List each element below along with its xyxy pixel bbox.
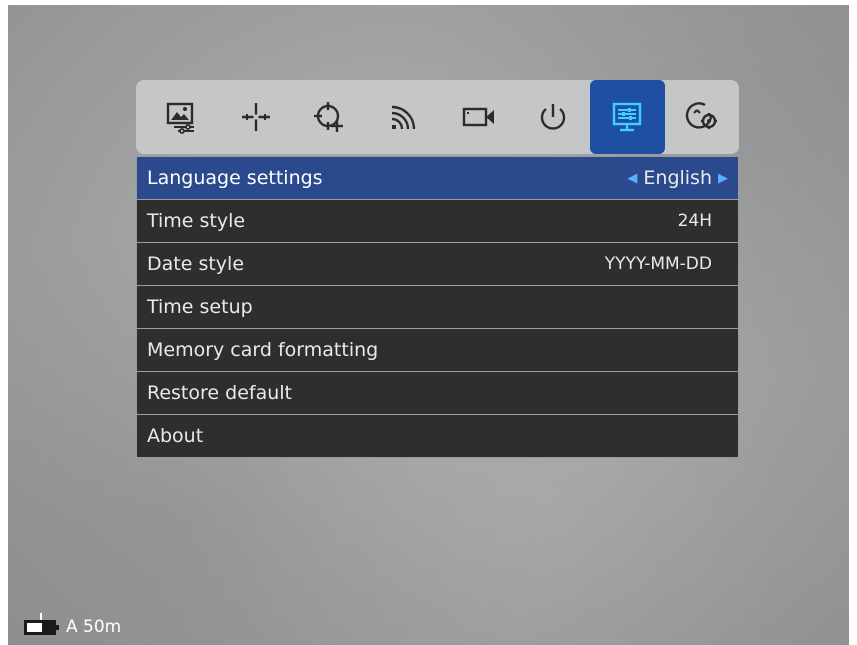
arrow-left-icon[interactable]: ◀ <box>627 171 637 186</box>
status-bar: A 50m <box>24 612 122 637</box>
power-icon <box>540 104 566 130</box>
target-icon <box>313 102 343 132</box>
tab-image[interactable] <box>144 80 218 154</box>
battery-terminal <box>56 624 59 630</box>
row-time-setup[interactable]: Time setup <box>137 286 738 329</box>
battery-marker <box>40 612 42 620</box>
range-readout: A 50m <box>66 617 122 637</box>
battery-icon <box>24 612 59 635</box>
row-about[interactable]: About <box>137 415 738 457</box>
tab-display[interactable] <box>590 80 665 154</box>
tab-system[interactable] <box>665 80 739 154</box>
row-date-style[interactable]: Date style YYYY-MM-DD <box>137 243 738 286</box>
row-value: English <box>643 167 712 189</box>
video-camera-icon <box>462 107 494 127</box>
display-settings-icon <box>613 102 642 132</box>
row-label: Date style <box>147 253 245 275</box>
row-label: Memory card formatting <box>147 339 379 361</box>
row-value: 24H <box>677 211 712 231</box>
image-settings-icon <box>166 102 195 134</box>
row-label: Time style <box>147 210 246 232</box>
row-label: Restore default <box>147 382 292 404</box>
row-language-settings[interactable]: Language settings ◀ English ▶ <box>137 157 738 200</box>
row-time-style[interactable]: Time style 24H <box>137 200 738 243</box>
settings-menu: Language settings ◀ English ▶ Time style… <box>136 80 739 458</box>
menu-tab-bar <box>136 80 739 154</box>
battery-fill <box>27 622 43 632</box>
crosshair-icon <box>241 103 270 131</box>
wireless-icon <box>392 105 416 130</box>
tab-target[interactable] <box>293 80 367 154</box>
row-label: Time setup <box>147 296 253 318</box>
row-memory-card-formatting[interactable]: Memory card formatting <box>137 329 738 372</box>
row-label: About <box>147 425 204 447</box>
row-value: YYYY-MM-DD <box>604 254 712 274</box>
tab-power[interactable] <box>516 80 590 154</box>
tab-crosshair[interactable] <box>218 80 292 154</box>
arrow-right-icon[interactable]: ▶ <box>718 171 728 186</box>
thermal-viewport: Language settings ◀ English ▶ Time style… <box>8 5 849 645</box>
language-selector[interactable]: ◀ English ▶ <box>627 167 728 189</box>
settings-list: Language settings ◀ English ▶ Time style… <box>136 156 739 458</box>
system-settings-icon <box>685 102 717 129</box>
tab-wireless[interactable] <box>367 80 441 154</box>
row-label: Language settings <box>147 167 323 189</box>
row-restore-default[interactable]: Restore default <box>137 372 738 415</box>
tab-record[interactable] <box>442 80 516 154</box>
